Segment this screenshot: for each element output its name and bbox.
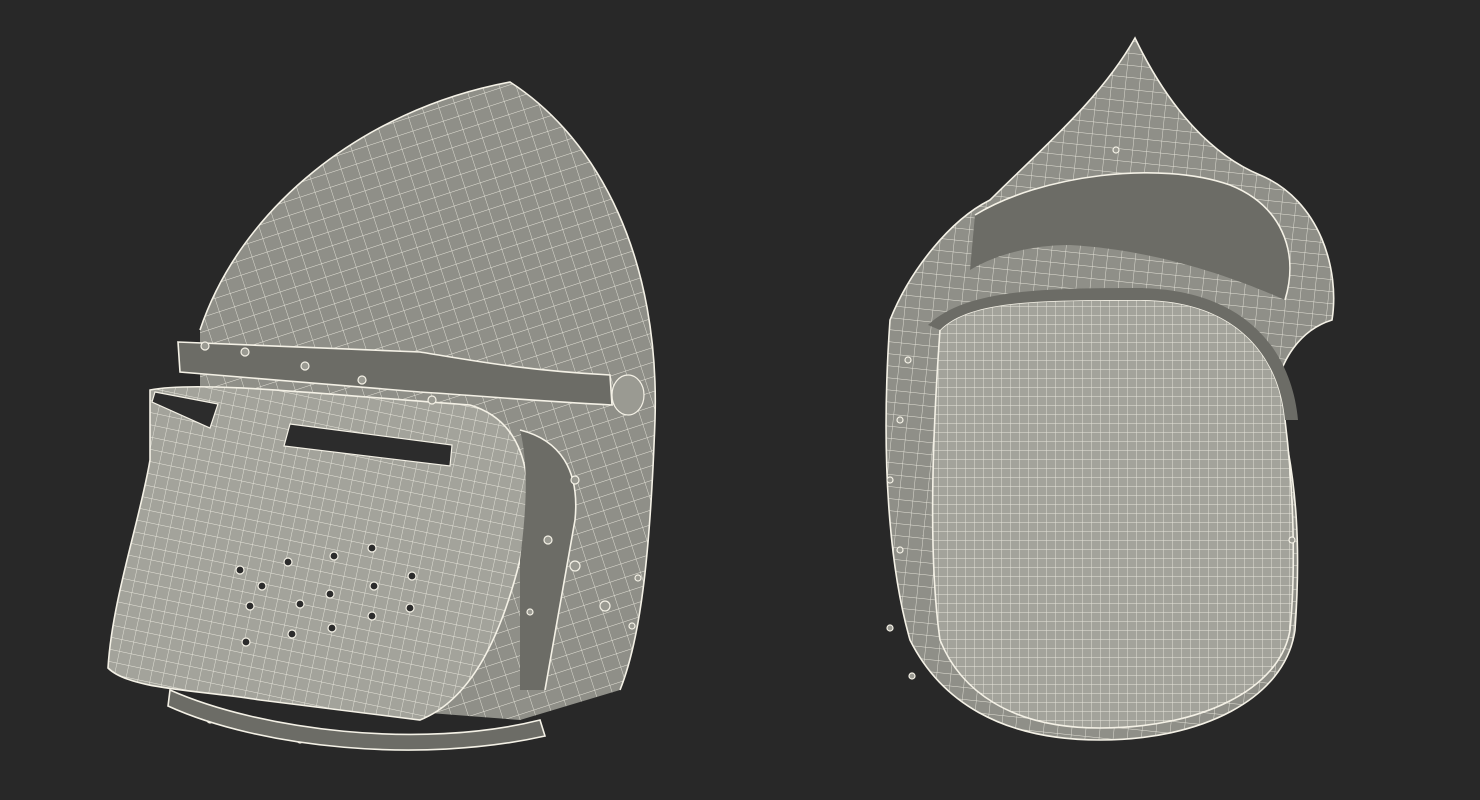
helmet-front-wireframe xyxy=(107,81,657,751)
helmet-interior-wireframe xyxy=(885,36,1335,741)
helmet-interior-view xyxy=(740,0,1480,800)
render-canvas xyxy=(0,0,1480,800)
helmet-front-view xyxy=(0,0,740,800)
visor-pivot xyxy=(611,374,645,416)
